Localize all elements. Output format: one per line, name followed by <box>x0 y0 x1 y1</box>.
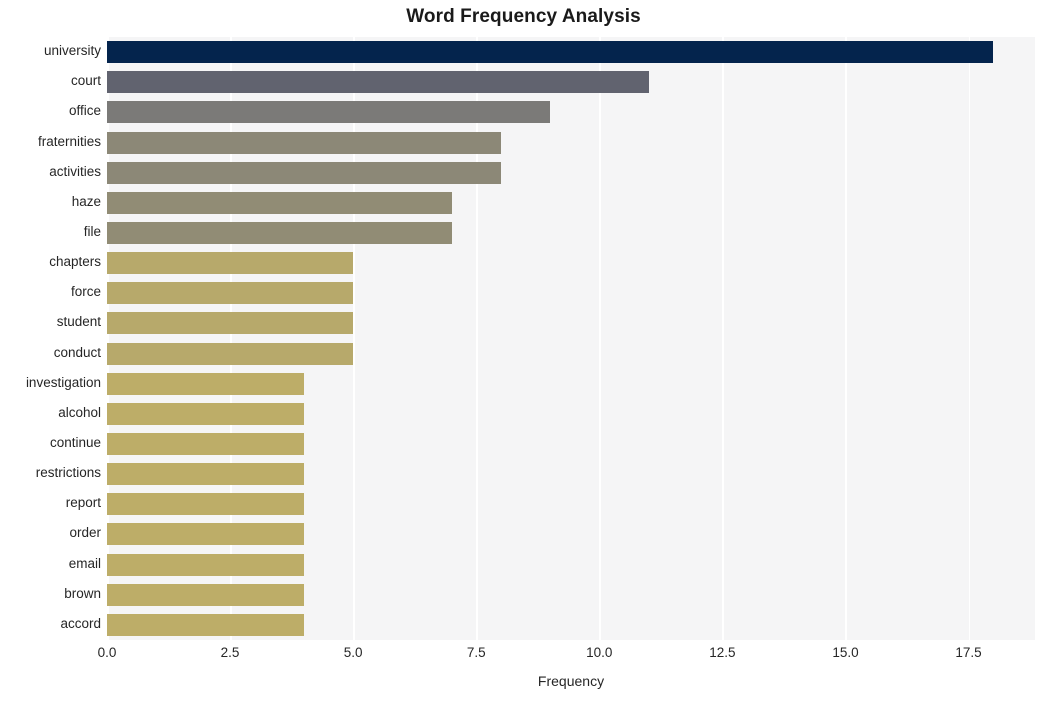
y-tick-label-email: email <box>68 555 101 571</box>
x-tick-label-17.5: 17.5 <box>955 645 982 660</box>
bar-haze[interactable] <box>107 191 452 214</box>
bar-office[interactable] <box>107 101 551 124</box>
bar-row[interactable] <box>107 433 1035 456</box>
bar-investigation[interactable] <box>107 372 304 395</box>
bar-order[interactable] <box>107 523 304 546</box>
x-tick-label-12.5: 12.5 <box>709 645 736 660</box>
bar-report[interactable] <box>107 493 304 516</box>
x-tick-label-15.0: 15.0 <box>832 645 859 660</box>
bar-row[interactable] <box>107 402 1035 425</box>
bar-email[interactable] <box>107 553 304 576</box>
y-tick-label-court: court <box>70 73 101 89</box>
bar-row[interactable] <box>107 493 1035 516</box>
bar-row[interactable] <box>107 372 1035 395</box>
bar-fraternities[interactable] <box>107 131 501 154</box>
bar-activities[interactable] <box>107 161 501 184</box>
bar-student[interactable] <box>107 312 354 335</box>
bars-layer <box>107 37 1035 640</box>
bar-row[interactable] <box>107 523 1035 546</box>
y-tick-label-brown: brown <box>64 585 101 601</box>
bar-row[interactable] <box>107 71 1035 94</box>
bar-brown[interactable] <box>107 583 304 606</box>
bar-force[interactable] <box>107 282 354 305</box>
y-tick-label-university: university <box>43 43 101 59</box>
y-tick-label-alcohol: alcohol <box>58 404 101 420</box>
y-tick-label-office: office <box>68 103 101 119</box>
chart-title: Word Frequency Analysis <box>406 6 641 27</box>
bar-university[interactable] <box>107 41 994 64</box>
y-tick-label-restrictions: restrictions <box>35 465 101 481</box>
y-tick-label-order: order <box>69 525 101 541</box>
bar-row[interactable] <box>107 312 1035 335</box>
bar-row[interactable] <box>107 41 1035 64</box>
x-tick-label-2.5: 2.5 <box>220 645 240 660</box>
y-axis-tick-labels: university court office fraternities activit… <box>0 37 101 640</box>
bar-row[interactable] <box>107 463 1035 486</box>
y-tick-label-continue: continue <box>49 435 101 451</box>
x-tick-label-10.0: 10.0 <box>586 645 613 660</box>
bar-conduct[interactable] <box>107 342 354 365</box>
x-axis-tick-labels: 0.0 2.5 5.0 7.5 10.0 12.5 15.0 17.5 <box>0 645 1047 667</box>
x-tick-label-0.0: 0.0 <box>97 645 117 660</box>
bar-row[interactable] <box>107 252 1035 275</box>
y-tick-label-activities: activities <box>49 163 101 179</box>
bar-row[interactable] <box>107 191 1035 214</box>
x-tick-label-5.0: 5.0 <box>343 645 363 660</box>
y-tick-label-haze: haze <box>71 193 101 209</box>
y-tick-label-force: force <box>70 284 101 300</box>
bar-file[interactable] <box>107 221 452 244</box>
x-tick-label-7.5: 7.5 <box>466 645 486 660</box>
bar-row[interactable] <box>107 101 1035 124</box>
bar-row[interactable] <box>107 282 1035 305</box>
bar-row[interactable] <box>107 161 1035 184</box>
y-tick-label-conduct: conduct <box>53 344 101 360</box>
bar-chapters[interactable] <box>107 252 354 275</box>
y-tick-label-investigation: investigation <box>25 374 101 390</box>
bar-row[interactable] <box>107 553 1035 576</box>
y-tick-label-file: file <box>83 223 101 239</box>
bar-row[interactable] <box>107 613 1035 636</box>
x-axis-title: Frequency <box>537 673 605 689</box>
bar-court[interactable] <box>107 71 649 94</box>
word-frequency-chart-figure: Word Frequency Analysis university court o… <box>0 0 1047 701</box>
bar-row[interactable] <box>107 221 1035 244</box>
y-tick-label-accord: accord <box>60 615 101 631</box>
bar-restrictions[interactable] <box>107 463 304 486</box>
bar-row[interactable] <box>107 583 1035 606</box>
y-tick-label-report: report <box>65 495 101 511</box>
y-tick-label-fraternities: fraternities <box>37 133 101 149</box>
bar-alcohol[interactable] <box>107 402 304 425</box>
plot-area <box>107 37 1035 640</box>
y-tick-label-student: student <box>56 314 101 330</box>
bar-continue[interactable] <box>107 433 304 456</box>
bar-row[interactable] <box>107 131 1035 154</box>
bar-row[interactable] <box>107 342 1035 365</box>
bar-accord[interactable] <box>107 613 304 636</box>
y-tick-label-chapters: chapters <box>49 254 101 270</box>
